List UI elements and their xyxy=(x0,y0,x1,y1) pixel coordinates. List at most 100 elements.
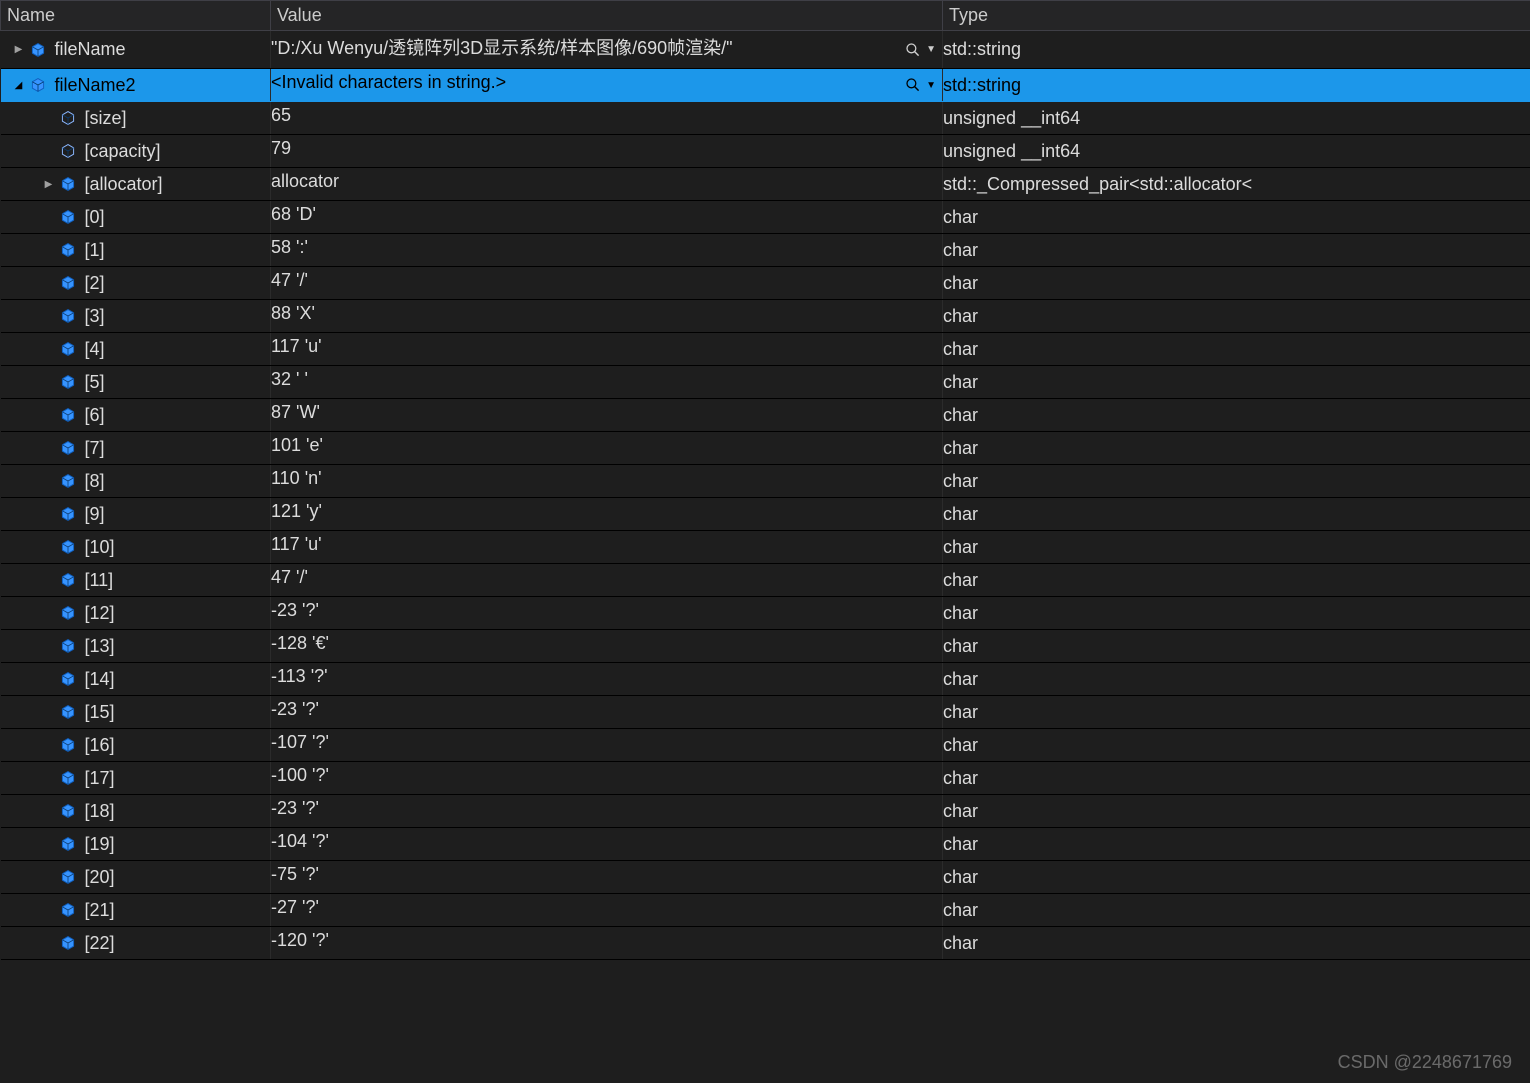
name-cell[interactable]: ▶ [9] xyxy=(1,498,271,531)
name-cell[interactable]: ▶ [15] xyxy=(1,696,271,729)
table-row[interactable]: ▶ [9]121 'y'char xyxy=(1,498,1530,531)
name-cell[interactable]: ◢ fileName2 xyxy=(1,69,271,102)
value-cell[interactable]: -120 '?' xyxy=(271,927,943,960)
name-cell[interactable]: ▶ [14] xyxy=(1,663,271,696)
table-row[interactable]: ▶ [1]58 ':'char xyxy=(1,234,1530,267)
table-row[interactable]: ▶ [5]32 ' 'char xyxy=(1,366,1530,399)
table-row[interactable]: ▶ [6]87 'W'char xyxy=(1,399,1530,432)
value-cell[interactable]: -107 '?' xyxy=(271,729,943,762)
table-row[interactable]: ▶ [15]-23 '?'char xyxy=(1,696,1530,729)
table-row[interactable]: ▶ [14]-113 '?'char xyxy=(1,663,1530,696)
header-value[interactable]: Value xyxy=(271,1,943,31)
name-cell[interactable]: ▶ [19] xyxy=(1,828,271,861)
name-cell[interactable]: ▶ [10] xyxy=(1,531,271,564)
name-cell[interactable]: ▶ [3] xyxy=(1,300,271,333)
visualizer-icon[interactable] xyxy=(904,41,922,59)
table-row[interactable]: ▶ [11]47 '/'char xyxy=(1,564,1530,597)
table-row[interactable]: ◢ fileName2<Invalid characters in string… xyxy=(1,69,1530,102)
value-cell[interactable]: 88 'X' xyxy=(271,300,943,333)
name-cell[interactable]: ▶ [0] xyxy=(1,201,271,234)
variable-icon xyxy=(59,538,77,556)
value-cell[interactable]: 87 'W' xyxy=(271,399,943,432)
name-cell[interactable]: ▶ [4] xyxy=(1,333,271,366)
value-cell[interactable]: "D:/Xu Wenyu/透镜阵列3D显示系统/样本图像/690帧渲染/" ▼ xyxy=(271,31,943,69)
value-cell[interactable]: -113 '?' xyxy=(271,663,943,696)
name-cell[interactable]: ▶ [12] xyxy=(1,597,271,630)
table-row[interactable]: ▶ [20]-75 '?'char xyxy=(1,861,1530,894)
table-row[interactable]: ▶ [22]-120 '?'char xyxy=(1,927,1530,960)
expand-icon[interactable]: ▶ xyxy=(41,176,57,192)
name-cell[interactable]: ▶ [capacity] xyxy=(1,135,271,168)
table-row[interactable]: ▶ [2]47 '/'char xyxy=(1,267,1530,300)
name-cell[interactable]: ▶ [6] xyxy=(1,399,271,432)
visualizer-icon[interactable] xyxy=(904,76,922,94)
variable-name: [allocator] xyxy=(85,174,163,195)
table-row[interactable]: ▶ [capacity]79unsigned __int64 xyxy=(1,135,1530,168)
value-cell[interactable]: -128 '€' xyxy=(271,630,943,663)
header-name[interactable]: Name xyxy=(1,1,271,31)
name-cell[interactable]: ▶ [allocator] xyxy=(1,168,271,201)
value-cell[interactable]: -100 '?' xyxy=(271,762,943,795)
value-cell[interactable]: 32 ' ' xyxy=(271,366,943,399)
name-cell[interactable]: ▶ [11] xyxy=(1,564,271,597)
value-cell[interactable]: 79 xyxy=(271,135,943,168)
value-cell[interactable]: -27 '?' xyxy=(271,894,943,927)
table-row[interactable]: ▶ [12]-23 '?'char xyxy=(1,597,1530,630)
table-row[interactable]: ▶ [17]-100 '?'char xyxy=(1,762,1530,795)
name-cell[interactable]: ▶ [1] xyxy=(1,234,271,267)
name-cell[interactable]: ▶ [5] xyxy=(1,366,271,399)
name-cell[interactable]: ▶ [7] xyxy=(1,432,271,465)
value-cell[interactable]: -23 '?' xyxy=(271,597,943,630)
value-cell[interactable]: -23 '?' xyxy=(271,795,943,828)
visualizer-dropdown-icon[interactable]: ▼ xyxy=(926,44,936,55)
value-cell[interactable]: 101 'e' xyxy=(271,432,943,465)
variable-icon xyxy=(59,868,77,886)
value-cell[interactable]: 117 'u' xyxy=(271,531,943,564)
table-row[interactable]: ▶ [7]101 'e'char xyxy=(1,432,1530,465)
table-row[interactable]: ▶ [13]-128 '€'char xyxy=(1,630,1530,663)
variable-icon xyxy=(59,637,77,655)
table-row[interactable]: ▶ [18]-23 '?'char xyxy=(1,795,1530,828)
table-row[interactable]: ▶ [19]-104 '?'char xyxy=(1,828,1530,861)
value-cell[interactable]: -23 '?' xyxy=(271,696,943,729)
value-cell[interactable]: 58 ':' xyxy=(271,234,943,267)
expand-icon[interactable]: ▶ xyxy=(11,42,27,58)
value-cell[interactable]: 47 '/' xyxy=(271,564,943,597)
value-cell[interactable]: 65 xyxy=(271,102,943,135)
value-cell[interactable]: 47 '/' xyxy=(271,267,943,300)
name-cell[interactable]: ▶ [21] xyxy=(1,894,271,927)
table-row[interactable]: ▶ [0]68 'D'char xyxy=(1,201,1530,234)
table-row[interactable]: ▶ [3]88 'X'char xyxy=(1,300,1530,333)
header-type[interactable]: Type xyxy=(943,1,1530,31)
visualizer-dropdown-icon[interactable]: ▼ xyxy=(926,80,936,91)
name-cell[interactable]: ▶ [2] xyxy=(1,267,271,300)
name-cell[interactable]: ▶ [20] xyxy=(1,861,271,894)
value-cell[interactable]: 117 'u' xyxy=(271,333,943,366)
value-cell[interactable]: 110 'n' xyxy=(271,465,943,498)
variable-name: [capacity] xyxy=(85,141,161,162)
value-cell[interactable]: 68 'D' xyxy=(271,201,943,234)
value-cell[interactable]: -104 '?' xyxy=(271,828,943,861)
value-cell[interactable]: <Invalid characters in string.> ▼ xyxy=(271,69,943,102)
name-cell[interactable]: ▶ fileName xyxy=(1,31,271,69)
value-cell[interactable]: 121 'y' xyxy=(271,498,943,531)
table-row[interactable]: ▶ [21]-27 '?'char xyxy=(1,894,1530,927)
name-cell[interactable]: ▶ [18] xyxy=(1,795,271,828)
collapse-icon[interactable]: ◢ xyxy=(11,77,27,93)
name-cell[interactable]: ▶ [17] xyxy=(1,762,271,795)
table-row[interactable]: ▶ fileName"D:/Xu Wenyu/透镜阵列3D显示系统/样本图像/6… xyxy=(1,31,1530,69)
table-row[interactable]: ▶ [8]110 'n'char xyxy=(1,465,1530,498)
variable-name: [1] xyxy=(85,240,105,261)
value-cell[interactable]: allocator xyxy=(271,168,943,201)
name-cell[interactable]: ▶ [size] xyxy=(1,102,271,135)
table-row[interactable]: ▶ [10]117 'u'char xyxy=(1,531,1530,564)
name-cell[interactable]: ▶ [16] xyxy=(1,729,271,762)
name-cell[interactable]: ▶ [8] xyxy=(1,465,271,498)
table-row[interactable]: ▶ [size]65unsigned __int64 xyxy=(1,102,1530,135)
name-cell[interactable]: ▶ [13] xyxy=(1,630,271,663)
table-row[interactable]: ▶ [allocator]allocatorstd::_Compressed_p… xyxy=(1,168,1530,201)
table-row[interactable]: ▶ [16]-107 '?'char xyxy=(1,729,1530,762)
value-cell[interactable]: -75 '?' xyxy=(271,861,943,894)
name-cell[interactable]: ▶ [22] xyxy=(1,927,271,960)
table-row[interactable]: ▶ [4]117 'u'char xyxy=(1,333,1530,366)
